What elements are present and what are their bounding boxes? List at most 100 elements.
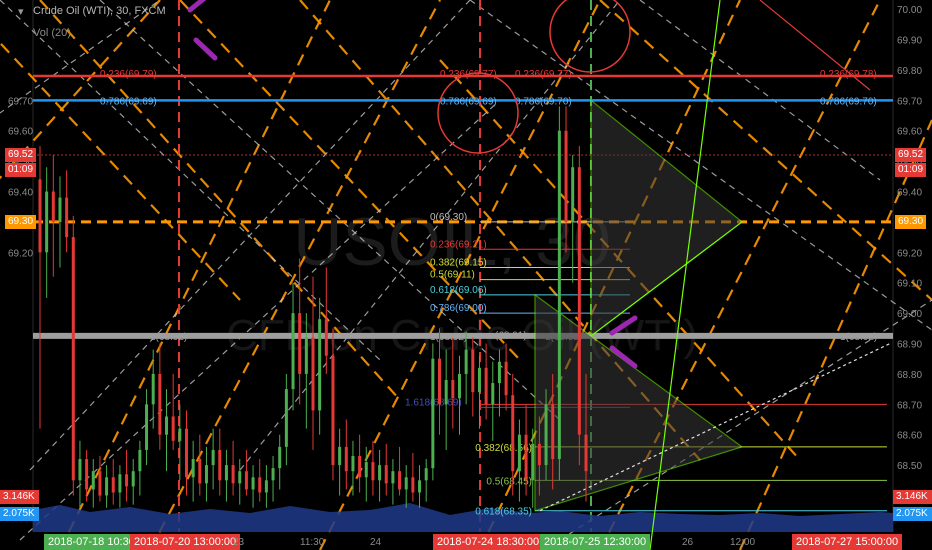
candle-body <box>324 319 328 356</box>
candle-body <box>398 471 402 490</box>
candle-body <box>524 434 528 481</box>
candle-body <box>264 480 268 493</box>
grey-extra-label: (68.91) <box>495 330 527 341</box>
candle-body <box>484 367 488 405</box>
candle-body <box>364 462 368 478</box>
candle-body <box>218 449 222 481</box>
y-tick-label-left: 69.40 <box>8 188 33 199</box>
collapse-arrow-icon[interactable]: ▾ <box>18 5 30 18</box>
x-axis-label: 2018-07-25 12:30:00 <box>540 534 651 550</box>
candle-body <box>378 465 382 481</box>
fib-label-upper: 0.786(69.69) <box>100 96 157 107</box>
volume-tag-left: 2.075K <box>0 507 39 521</box>
candle-body <box>224 465 228 481</box>
y-tick-label-right: 69.90 <box>897 36 922 47</box>
candle-body <box>564 130 568 222</box>
price-tag-left: 69.30 <box>5 214 37 229</box>
fib-label-upper: 0.786(69.70) <box>515 96 572 107</box>
candle-body <box>298 313 302 374</box>
candle-body <box>71 237 75 481</box>
candle-body <box>98 471 102 496</box>
candle-body <box>171 416 175 441</box>
y-tick-label-right: 68.90 <box>897 340 922 351</box>
candle-body <box>231 465 235 484</box>
highlight-circle <box>437 72 519 154</box>
fib-label-upper: 0.236(69.77) <box>515 69 572 80</box>
candle-body <box>251 477 255 490</box>
candle-body <box>371 462 375 481</box>
candle-body <box>418 480 422 493</box>
candle-body <box>105 477 109 496</box>
candle-body <box>58 197 62 222</box>
candle-body <box>78 459 82 481</box>
volume-tag-left: 3.146K <box>0 490 39 504</box>
candle-body <box>424 468 428 481</box>
candle-body <box>444 380 448 405</box>
candle-body <box>391 471 395 484</box>
candle-body <box>91 471 95 490</box>
candle-body <box>411 477 415 493</box>
candle-body <box>38 179 42 253</box>
candle-body <box>577 167 581 435</box>
candle-body <box>118 474 122 493</box>
candle-body <box>284 389 288 447</box>
candle-body <box>384 465 388 484</box>
candle-body <box>511 395 515 472</box>
candle-body <box>184 428 188 478</box>
x-axis-label: 23 <box>233 537 245 548</box>
candle-body <box>497 361 501 384</box>
candle-body <box>131 471 135 487</box>
volume-tag-right: 2.075K <box>893 507 932 521</box>
fib-label-upper: 0.236(69.79) <box>100 69 157 80</box>
volume-tag-right: 3.146K <box>893 490 932 504</box>
candle-body <box>471 349 475 393</box>
purple-pointer <box>187 0 207 13</box>
candle-body <box>291 313 295 390</box>
fib-label-upper: 0.786(69.70) <box>820 96 877 107</box>
candle-body <box>204 465 208 484</box>
candle-body <box>138 449 142 472</box>
candle-body <box>464 349 468 374</box>
price-chart-canvas[interactable]: USOIL, 30CFD on Crude Oil (WTI)0.236(69.… <box>0 0 932 550</box>
candle-body <box>318 319 322 411</box>
y-tick-label-left: 69.70 <box>8 96 33 107</box>
candle-body <box>165 416 169 435</box>
candle-body <box>571 167 575 222</box>
volume-area <box>33 503 893 532</box>
y-tick-label-left: 69.20 <box>8 248 33 259</box>
candle-body <box>311 337 315 411</box>
candle-body <box>198 459 202 484</box>
y-tick-label-right: 69.20 <box>897 248 922 259</box>
candle-body <box>151 373 155 405</box>
candle-body <box>531 443 535 481</box>
x-axis-label: 24 <box>370 537 382 548</box>
y-tick-label-left: 69.60 <box>8 127 33 138</box>
candle-body <box>258 477 262 493</box>
candle-body <box>351 456 355 472</box>
candle-body <box>344 446 348 472</box>
candle-body <box>438 358 442 405</box>
candle-body <box>431 358 435 469</box>
trading-chart[interactable]: USOIL, 30 CFD on Crude Oil (WTI) 0.236(69.… <box>0 0 932 550</box>
candle-body <box>404 477 408 490</box>
fib-level-label: 0.382(69.15) <box>430 258 487 269</box>
y-tick-label-right: 68.80 <box>897 370 922 381</box>
candle-body <box>191 459 195 478</box>
fib-level-label: 0(69.30) <box>430 212 467 223</box>
candle-body <box>244 471 248 490</box>
candle-body <box>557 130 561 460</box>
fib-label-upper: 0.786(69.69) <box>440 96 497 107</box>
instrument-title: Crude Oil (WTI), 30, FXCM <box>33 5 166 17</box>
candle-body <box>517 434 521 472</box>
candle-body <box>544 404 548 466</box>
candle-body <box>477 367 481 393</box>
candle-body <box>51 191 55 222</box>
price-tag-left: 69.52 <box>5 148 37 163</box>
grey-level-label: 1(68.92) <box>430 332 467 343</box>
grey-level-label: 1(68.92) <box>150 332 187 343</box>
y-tick-label-right: 69.10 <box>897 279 922 290</box>
candle-body <box>158 373 162 435</box>
fib-label-upper: 0.236(69.78) <box>820 69 877 80</box>
candle-body <box>491 383 495 405</box>
fib-level-label: 0.236(69.21) <box>430 239 487 250</box>
